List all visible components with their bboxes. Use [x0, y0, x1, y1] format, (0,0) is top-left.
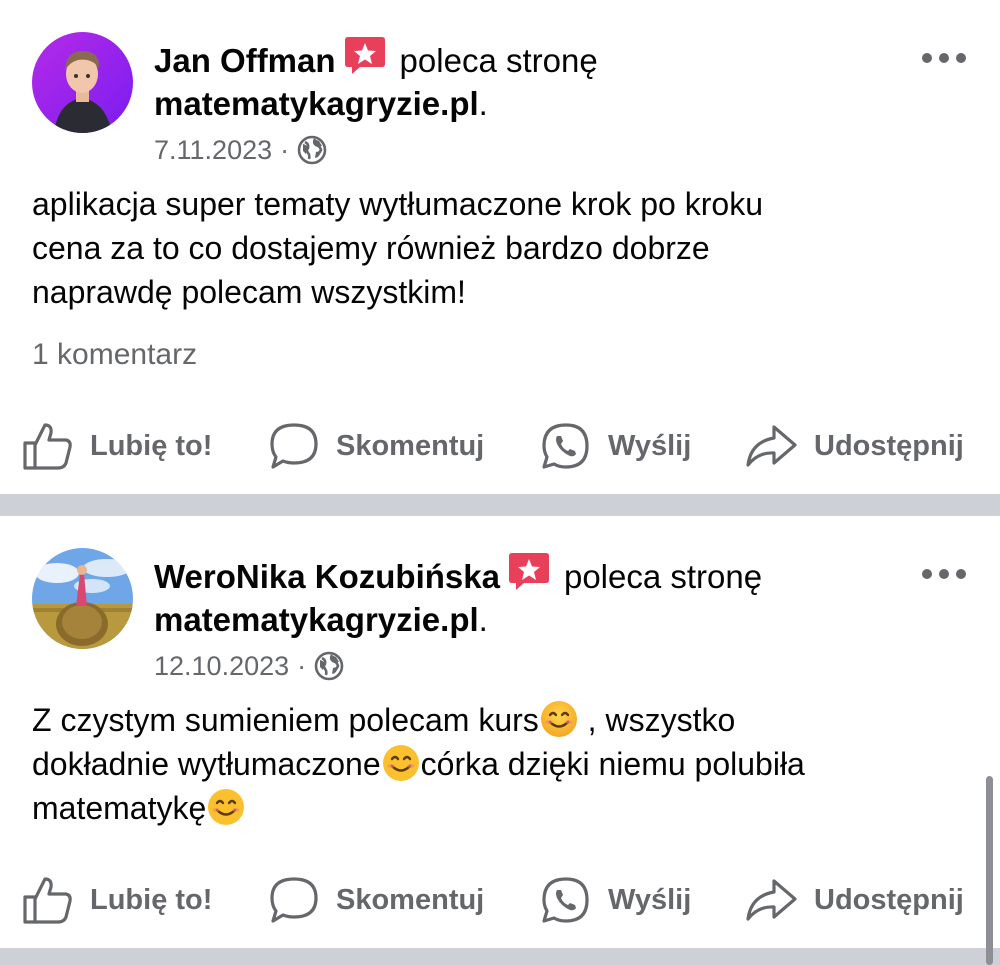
recommended-page-line: matematykagryzie.pl.: [154, 84, 488, 124]
more-options-icon[interactable]: [922, 563, 966, 583]
recommend-badge-icon: [344, 34, 386, 76]
post-separator: [0, 948, 1000, 965]
thumbs-up-icon: [23, 877, 72, 924]
meta-separator: ·: [297, 651, 307, 681]
share-button[interactable]: Udostępnij: [744, 870, 964, 930]
post-header: Jan Offman poleca stronę: [154, 34, 598, 81]
post-text-line: naprawdę polecam wszystkim!: [32, 274, 466, 310]
share-button[interactable]: Udostępnij: [744, 416, 964, 476]
post-text-line: Z czystym sumieniem polecam kurs , wszys…: [32, 698, 960, 742]
more-options-icon[interactable]: [922, 47, 966, 67]
send-button[interactable]: Wyślij: [540, 870, 691, 930]
globe-icon: [314, 651, 344, 681]
post-meta: 7.11.2023 ·: [154, 133, 327, 167]
author-name[interactable]: Jan Offman: [154, 42, 336, 79]
post-date[interactable]: 12.10.2023: [154, 651, 289, 681]
post-text-line: matematykę: [32, 786, 960, 830]
comment-bubble-icon: [270, 423, 318, 469]
thumbs-up-icon: [23, 423, 72, 470]
post-text-segment: córka dzięki niemu polubiła: [420, 746, 805, 782]
post-text-segment: , wszystko: [578, 702, 736, 738]
comment-button[interactable]: Skomentuj: [268, 416, 484, 476]
send-button[interactable]: Wyślij: [540, 416, 691, 476]
post-separator: [0, 494, 1000, 516]
recommend-text: poleca stronę: [563, 558, 763, 595]
send-label: Wyślij: [608, 429, 692, 462]
post-text-segment: dokładnie wytłumaczone: [32, 746, 381, 782]
page-suffix: .: [478, 85, 488, 122]
avatar[interactable]: [32, 32, 133, 133]
share-arrow-icon: [746, 425, 797, 467]
post-header: WeroNika Kozubińska poleca stronę: [154, 550, 762, 597]
whatsapp-icon: [542, 423, 589, 469]
whatsapp-icon: [542, 877, 589, 923]
post-meta: 12.10.2023 ·: [154, 649, 344, 683]
scrollbar[interactable]: [986, 776, 993, 965]
like-label: Lubię to!: [90, 883, 213, 916]
post-text-line: dokładnie wytłumaczone córka dzięki niemu…: [32, 742, 960, 786]
action-bar: Lubię to! Skomentuj Wyślij Udostępnij: [0, 870, 1000, 930]
recommend-badge-icon: [508, 550, 550, 592]
like-button[interactable]: Lubię to!: [22, 870, 212, 930]
page-link[interactable]: matematykagryzie.pl: [154, 85, 479, 122]
post-text-line: aplikacja super tematy wytłumaczone krok…: [32, 186, 763, 222]
like-label: Lubię to!: [90, 429, 213, 462]
send-label: Wyślij: [608, 883, 692, 916]
recommend-text: poleca stronę: [399, 42, 598, 79]
comment-label: Skomentuj: [336, 429, 485, 462]
share-label: Udostępnij: [814, 429, 964, 462]
page-suffix: .: [478, 601, 488, 638]
page-link[interactable]: matematykagryzie.pl: [154, 601, 479, 638]
avatar[interactable]: [32, 548, 133, 649]
post-card: WeroNika Kozubińska poleca stronę matemat…: [0, 516, 1000, 948]
post-text-segment: Z czystym sumieniem polecam kurs: [32, 702, 539, 738]
comment-label: Skomentuj: [336, 883, 485, 916]
smiling-face-emoji-icon: [539, 699, 579, 739]
share-label: Udostępnij: [814, 883, 964, 916]
author-name[interactable]: WeroNika Kozubińska: [154, 558, 500, 595]
action-bar: Lubię to! Skomentuj Wyślij Udostępnij: [0, 416, 1000, 476]
post-text-segment: matematykę: [32, 790, 207, 826]
post-text: Z czystym sumieniem polecam kurs , wszys…: [32, 698, 960, 830]
globe-icon: [297, 135, 327, 165]
share-arrow-icon: [746, 879, 797, 921]
like-button[interactable]: Lubię to!: [22, 416, 212, 476]
smiling-face-emoji-icon: [381, 743, 421, 783]
post-text: aplikacja super tematy wytłumaczone krok…: [32, 182, 960, 314]
comment-button[interactable]: Skomentuj: [268, 870, 484, 930]
post-date[interactable]: 7.11.2023: [154, 135, 272, 165]
recommended-page-line: matematykagryzie.pl.: [154, 600, 488, 640]
post-text-line: cena za to co dostajemy również bardzo d…: [32, 230, 710, 266]
comments-count[interactable]: 1 komentarz: [32, 338, 197, 372]
comment-bubble-icon: [270, 877, 318, 923]
post-card: Jan Offman poleca stronę matematykagryzie…: [0, 0, 1000, 494]
smiling-face-emoji-icon: [206, 787, 246, 827]
meta-separator: ·: [280, 135, 290, 165]
